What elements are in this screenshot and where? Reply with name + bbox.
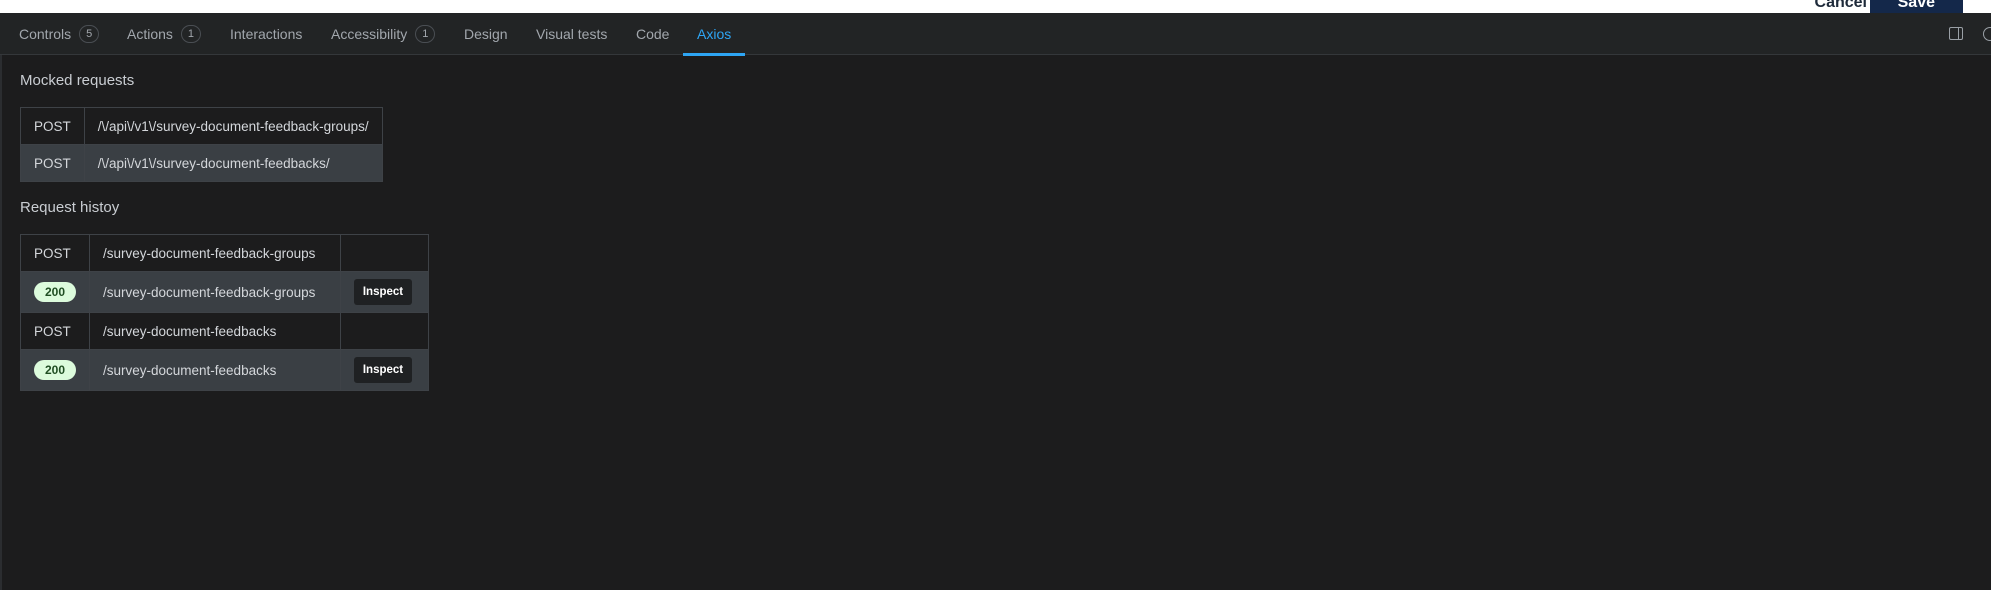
table-row: POST /survey-document-feedbacks: [20, 312, 429, 350]
tab-label: Controls: [19, 26, 72, 42]
tab-accessibility[interactable]: Accessibility 1: [331, 13, 436, 55]
method-cell: POST: [20, 107, 85, 145]
addon-tab-bar: Controls 5 Actions 1 Interactions Access…: [0, 13, 1991, 56]
table-row: POST /\/api\/v1\/survey-document-feedbac…: [20, 144, 383, 182]
tab-interactions[interactable]: Interactions: [230, 13, 302, 55]
mocked-requests-title: Mocked requests: [20, 72, 135, 89]
tab-label: Code: [636, 26, 670, 42]
tab-label: Visual tests: [536, 26, 608, 42]
tab-controls[interactable]: Controls 5: [19, 13, 100, 55]
settings-icon[interactable]: [1983, 27, 1991, 41]
sidebar-panel-icon[interactable]: [1949, 27, 1963, 40]
request-history-table: POST /survey-document-feedback-groups 20…: [20, 234, 429, 391]
mocked-requests-table: POST /\/api\/v1\/survey-document-feedbac…: [20, 107, 383, 182]
tab-code[interactable]: Code: [636, 13, 669, 55]
tab-count-badge: 1: [180, 25, 202, 43]
tab-label: Axios: [697, 26, 732, 42]
inspect-button[interactable]: Inspect: [354, 279, 412, 305]
tab-count-badge: 1: [415, 25, 436, 43]
save-button[interactable]: Save: [1869, 0, 1963, 13]
table-row: 200 /survey-document-feedbacks Inspect: [20, 349, 429, 391]
tab-actions[interactable]: Actions 1: [127, 13, 202, 55]
action-cell: [340, 234, 429, 272]
table-row: POST /survey-document-feedback-groups: [20, 234, 429, 272]
top-action-strip: Cancel Save: [0, 0, 1991, 13]
tab-visual-tests[interactable]: Visual tests: [536, 13, 607, 55]
status-badge: 200: [34, 360, 76, 380]
path-cell: /survey-document-feedbacks: [89, 349, 341, 391]
request-history-title: Request histoy: [20, 199, 120, 216]
tab-axios[interactable]: Axios: [683, 13, 746, 56]
table-row: POST /\/api\/v1\/survey-document-feedbac…: [20, 107, 383, 145]
method-cell: POST: [20, 312, 90, 350]
tab-label: Interactions: [230, 26, 303, 42]
path-cell: /survey-document-feedback-groups: [89, 271, 341, 313]
tab-label: Design: [464, 26, 508, 42]
action-cell: Inspect: [340, 271, 429, 313]
tab-label: Actions: [127, 26, 173, 42]
method-cell: POST: [20, 144, 85, 182]
status-badge: 200: [34, 282, 76, 302]
method-cell: POST: [20, 234, 90, 272]
inspect-button[interactable]: Inspect: [354, 357, 412, 383]
left-edge-divider: [0, 13, 2, 590]
status-cell: 200: [20, 349, 90, 391]
path-cell: /survey-document-feedback-groups: [89, 234, 341, 272]
tab-design[interactable]: Design: [464, 13, 508, 55]
tab-label: Accessibility: [331, 26, 408, 42]
url-cell: /\/api\/v1\/survey-document-feedback-gro…: [83, 107, 383, 145]
tab-count-badge: 5: [79, 25, 100, 43]
table-row: 200 /survey-document-feedback-groups Ins…: [20, 271, 429, 313]
status-cell: 200: [20, 271, 90, 313]
active-tab-indicator: [683, 53, 746, 56]
action-cell: [340, 312, 429, 350]
url-cell: /\/api\/v1\/survey-document-feedbacks/: [83, 144, 383, 182]
path-cell: /survey-document-feedbacks: [89, 312, 341, 350]
action-cell: Inspect: [340, 349, 429, 391]
